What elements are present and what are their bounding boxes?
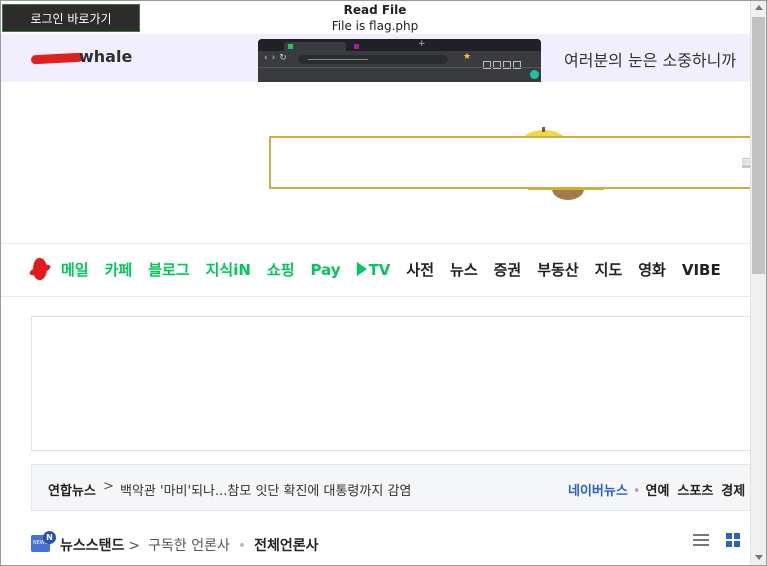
chevron-right-icon: > [128, 538, 141, 554]
service-blog[interactable]: 블로그 [148, 259, 189, 280]
preview-divider [258, 67, 541, 68]
service-dictionary[interactable]: 사전 [406, 259, 434, 280]
service-stock[interactable]: 증권 [494, 259, 522, 280]
newsstand-header: 뉴스스탠드 > 구독한 언론사 • 전체언론사 [60, 535, 319, 555]
preview-whale-icon [530, 70, 539, 79]
news-ticker: 연합뉴스 > 백악관 '마비'되나...참모 잇단 확진에 대통령까지 감염 네… [31, 464, 750, 511]
grid-view-icon[interactable] [726, 533, 740, 547]
read-file-subtitle: File is flag.php [331, 19, 419, 33]
naver-logo-redacted[interactable] [29, 256, 53, 282]
preview-tab-2 [350, 42, 410, 51]
preview-plus-icon: + [418, 39, 426, 49]
service-tv[interactable]: TV [356, 261, 391, 279]
preview-extension-icons [483, 54, 528, 69]
news-source-link[interactable]: 연합뉴스 [48, 480, 96, 499]
all-press-tab[interactable]: 전체언론사 [254, 538, 318, 554]
preview-star-icon: ★ [463, 52, 472, 62]
preview-tab-1 [284, 42, 346, 51]
preview-url-bar [298, 55, 448, 64]
news-tab-sports[interactable]: 스포츠 [677, 484, 713, 499]
service-kin[interactable]: 지식iN [206, 259, 251, 280]
list-view-icon[interactable] [693, 533, 709, 547]
service-tv-label: TV [368, 261, 391, 279]
newsstand-title-link[interactable]: 뉴스스탠드 [60, 538, 124, 554]
banner-promo-text: 여러분의 눈은 소중하니까 [564, 51, 737, 70]
service-movie[interactable]: 영화 [638, 259, 666, 280]
subscribed-press-tab[interactable]: 구독한 언론사 [148, 538, 230, 554]
scroll-up-arrow-icon[interactable] [755, 5, 763, 10]
preview-nav-icons: ‹›↻ [264, 53, 291, 63]
doodle-kiwi-image [528, 188, 604, 200]
whale-logo: whale [21, 47, 133, 69]
scroll-down-arrow-icon[interactable] [755, 555, 763, 560]
service-realestate[interactable]: 부동산 [537, 259, 578, 280]
separator: • [237, 538, 247, 554]
service-vibe[interactable]: VIBE [682, 261, 721, 279]
divider [1, 296, 750, 297]
play-icon [356, 262, 367, 276]
service-mail[interactable]: 메일 [61, 259, 89, 280]
browser-preview-image: + ‹›↻ ★ [258, 39, 541, 82]
ad-banner-area[interactable] [31, 316, 750, 451]
service-pay[interactable]: Pay [311, 261, 341, 279]
service-cafe[interactable]: 카페 [105, 259, 133, 280]
naver-news-link[interactable]: 네이버뉴스 [568, 484, 628, 499]
divider [1, 243, 750, 244]
service-nav: 메일 카페 블로그 지식iN 쇼핑 Pay TV 사전 뉴스 증권 부동산 지도 영화 VIBE [61, 259, 737, 283]
service-map[interactable]: 지도 [595, 259, 623, 280]
newsstand-icon: NEWS N [31, 531, 56, 553]
search-box[interactable] [269, 136, 750, 189]
news-tab-entertainment[interactable]: 연예 [645, 484, 669, 499]
service-news[interactable]: 뉴스 [450, 259, 478, 280]
keyboard-icon[interactable]: ⌨ [742, 158, 754, 168]
news-links: 네이버뉴스 • 연예 스포츠 경제 [568, 480, 753, 499]
whale-logo-text: whale [79, 47, 133, 66]
new-badge: N [43, 531, 56, 544]
separator: • [632, 484, 641, 499]
redaction-mark [30, 52, 84, 65]
news-headline-link[interactable]: 백악관 '마비'되나...참모 잇단 확진에 대통령까지 감염 [120, 480, 411, 499]
read-file-title: Read File [343, 3, 407, 17]
chevron-right-icon: > [103, 479, 114, 494]
vertical-scrollbar[interactable] [750, 1, 766, 565]
whale-banner[interactable]: whale + ‹›↻ ★ 여러분의 눈은 소중하니까 [1, 34, 750, 82]
scroll-thumb[interactable] [752, 17, 765, 274]
service-shopping[interactable]: 쇼핑 [267, 259, 295, 280]
news-tab-economy[interactable]: 경제 [721, 484, 745, 499]
